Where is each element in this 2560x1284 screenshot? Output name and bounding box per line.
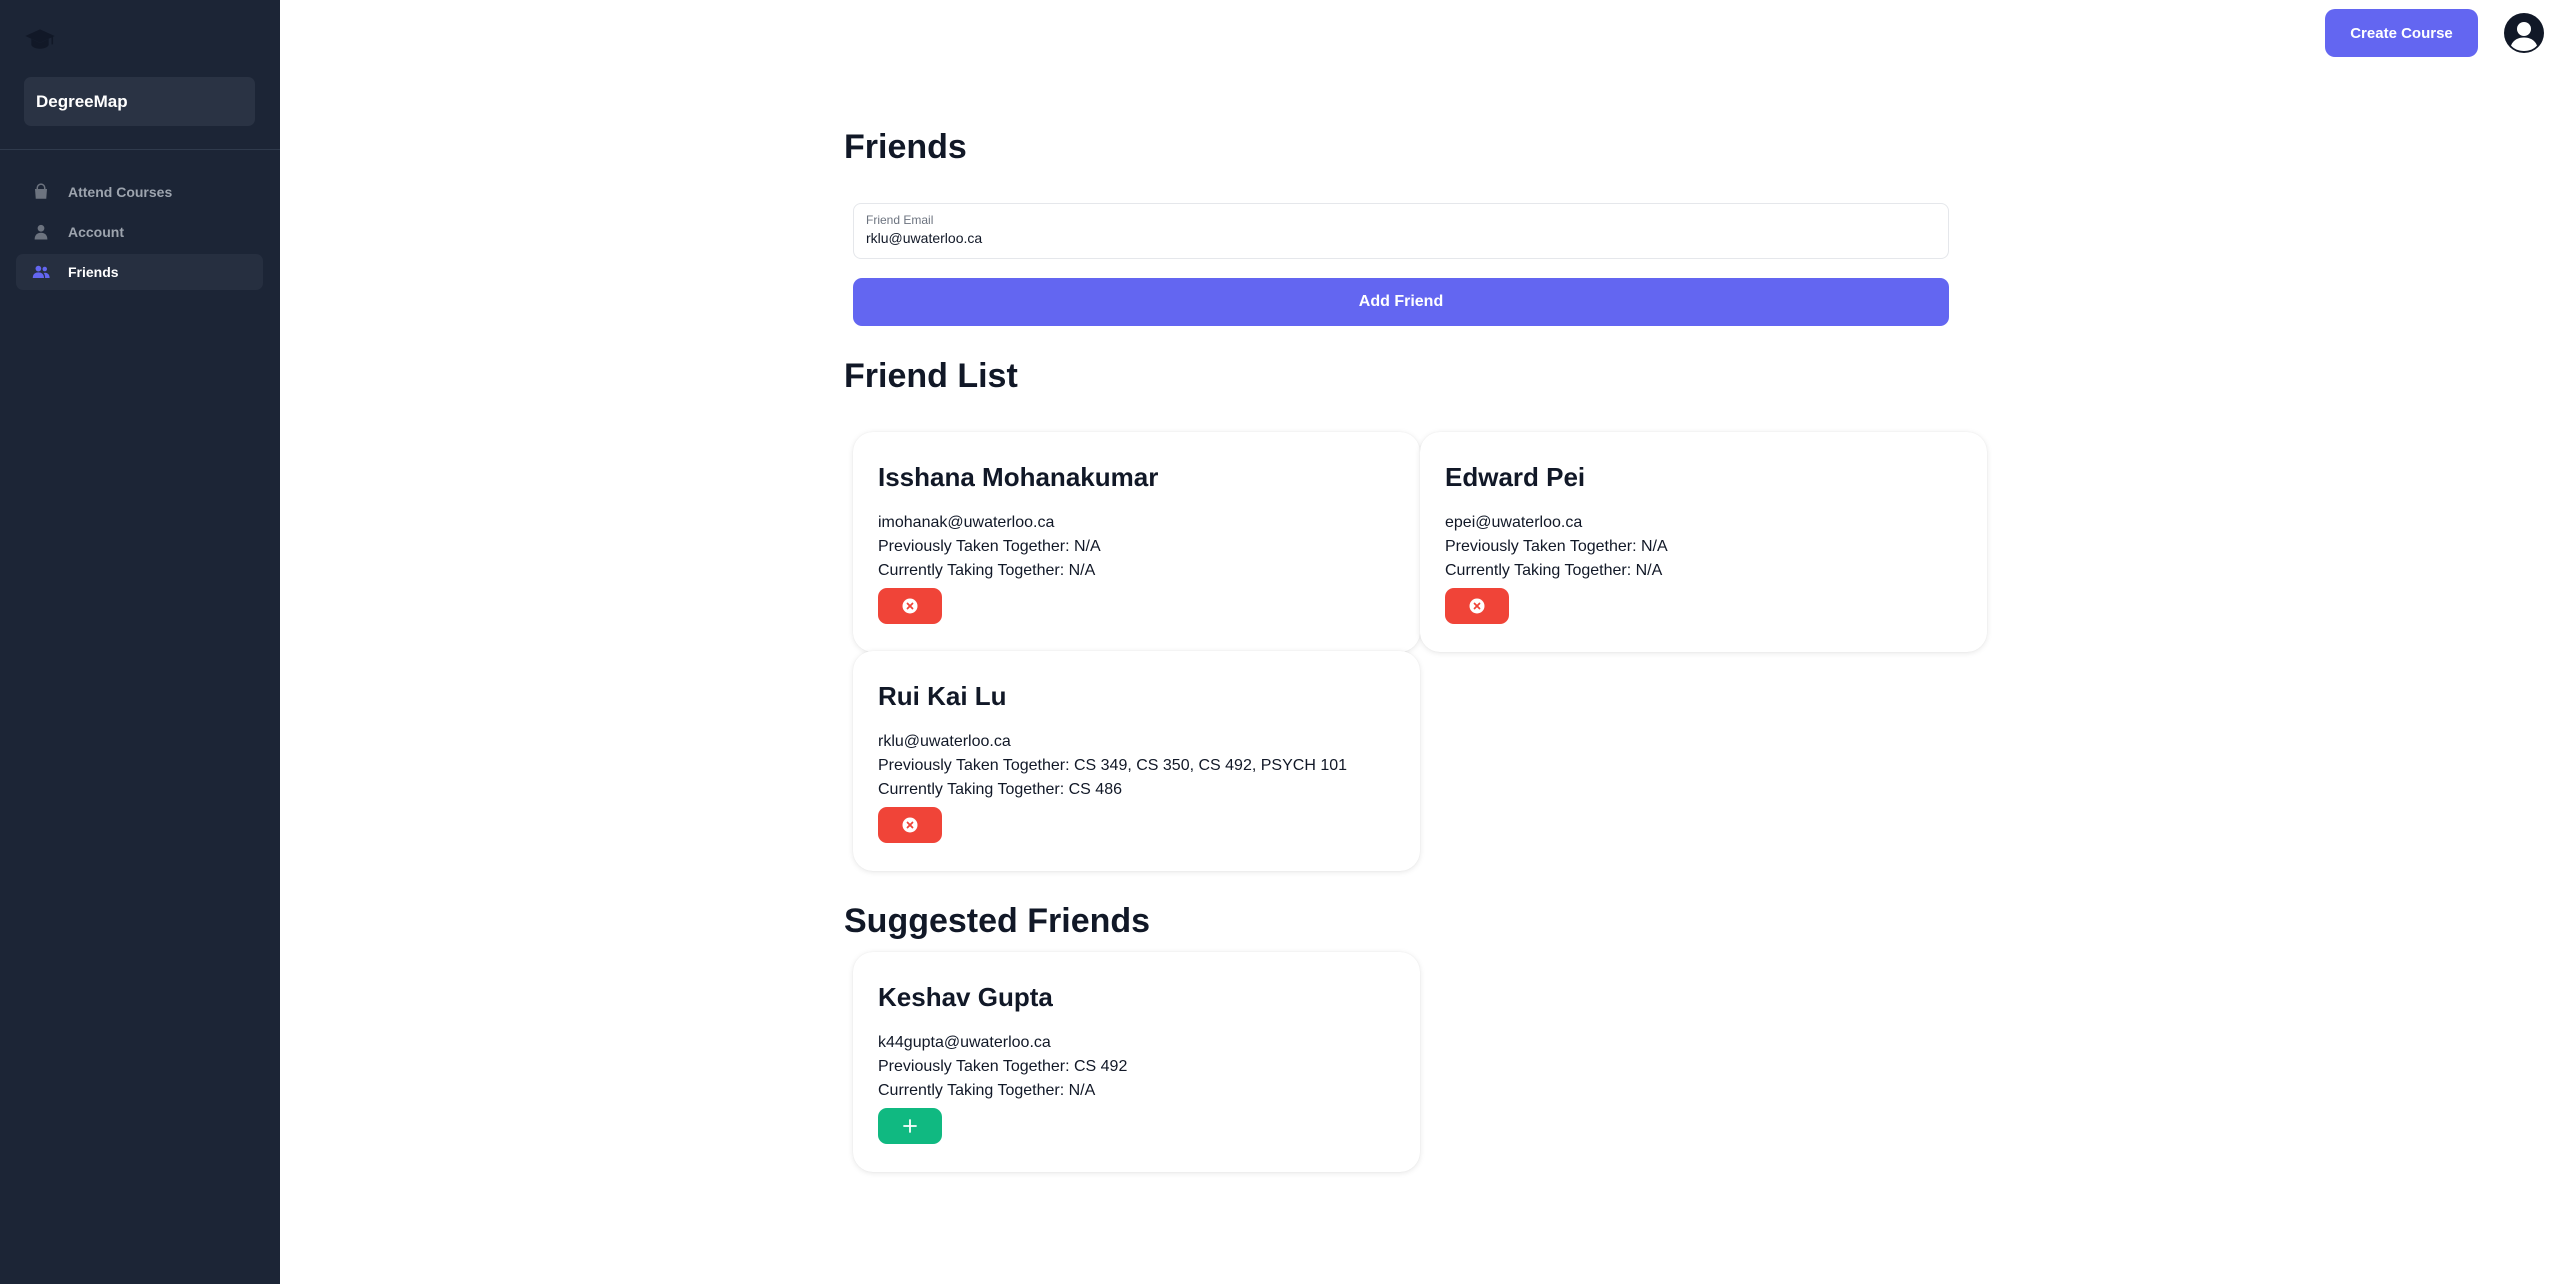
remove-friend-button[interactable] (878, 588, 942, 624)
suggested-friends-title: Suggested Friends (844, 902, 1151, 940)
x-circle-icon (1469, 598, 1485, 614)
friend-card: Edward Pei epei@uwaterloo.ca Previously … (1420, 432, 1987, 652)
previously-taken: Previously Taken Together: N/A (1445, 538, 1668, 555)
graduation-cap-icon[interactable] (24, 24, 56, 56)
add-friend-button[interactable]: Add Friend (853, 278, 1949, 326)
sidebar-item-label: Account (68, 224, 124, 240)
plus-icon (903, 1119, 917, 1133)
previously-taken: Previously Taken Together: N/A (878, 538, 1101, 555)
sidebar-item-friends[interactable]: Friends (16, 254, 263, 290)
friend-name: Rui Kai Lu (878, 681, 1007, 711)
sidebar-item-account[interactable]: Account (16, 214, 263, 250)
workspace-selector[interactable]: DegreeMap (24, 77, 255, 126)
currently-taking: Currently Taking Together: N/A (1445, 562, 1663, 579)
add-suggested-friend-button[interactable] (878, 1108, 942, 1144)
sidebar-nav: Attend Courses Account Friends (16, 174, 263, 294)
brand-name: DegreeMap (36, 92, 128, 111)
friend-name: Isshana Mohanakumar (878, 462, 1159, 492)
users-icon (32, 265, 50, 278)
create-course-button[interactable]: Create Course (2325, 9, 2478, 57)
shopping-bag-icon (35, 183, 47, 199)
friend-email-label: Friend Email (866, 213, 934, 227)
friend-name: Keshav Gupta (878, 982, 1053, 1012)
friend-list-title: Friend List (844, 357, 1018, 395)
x-circle-icon (902, 598, 918, 614)
previously-taken: Previously Taken Together: CS 492 (878, 1058, 1128, 1075)
sidebar-item-label: Attend Courses (68, 184, 173, 200)
sidebar-item-attend-courses[interactable]: Attend Courses (16, 174, 263, 210)
currently-taking: Currently Taking Together: CS 486 (878, 781, 1122, 798)
suggested-friend-card: Keshav Gupta k44gupta@uwaterloo.ca Previ… (853, 952, 1420, 1172)
x-circle-icon (902, 817, 918, 833)
sidebar: DegreeMap Attend Courses Account Friends (0, 0, 280, 1284)
friend-email: k44gupta@uwaterloo.ca (878, 1034, 1051, 1051)
remove-friend-button[interactable] (1445, 588, 1509, 624)
sidebar-divider (0, 149, 280, 150)
previously-taken: Previously Taken Together: CS 349, CS 35… (878, 757, 1348, 774)
sidebar-item-label: Friends (68, 264, 119, 280)
friend-email: epei@uwaterloo.ca (1445, 514, 1583, 531)
remove-friend-button[interactable] (878, 807, 942, 843)
currently-taking: Currently Taking Together: N/A (878, 562, 1096, 579)
friend-card: Isshana Mohanakumar imohanak@uwaterloo.c… (853, 432, 1420, 652)
friend-email-field[interactable]: Friend Email (853, 203, 1949, 259)
avatar-icon[interactable] (2503, 12, 2545, 54)
friend-email-input[interactable] (866, 230, 1926, 246)
friend-name: Edward Pei (1445, 462, 1586, 492)
friend-card: Rui Kai Lu rklu@uwaterloo.ca Previously … (853, 651, 1420, 871)
user-icon (34, 224, 48, 240)
friend-email: imohanak@uwaterloo.ca (878, 514, 1055, 531)
currently-taking: Currently Taking Together: N/A (878, 1082, 1096, 1099)
page-title: Friends (844, 128, 967, 166)
friend-email: rklu@uwaterloo.ca (878, 733, 1011, 750)
